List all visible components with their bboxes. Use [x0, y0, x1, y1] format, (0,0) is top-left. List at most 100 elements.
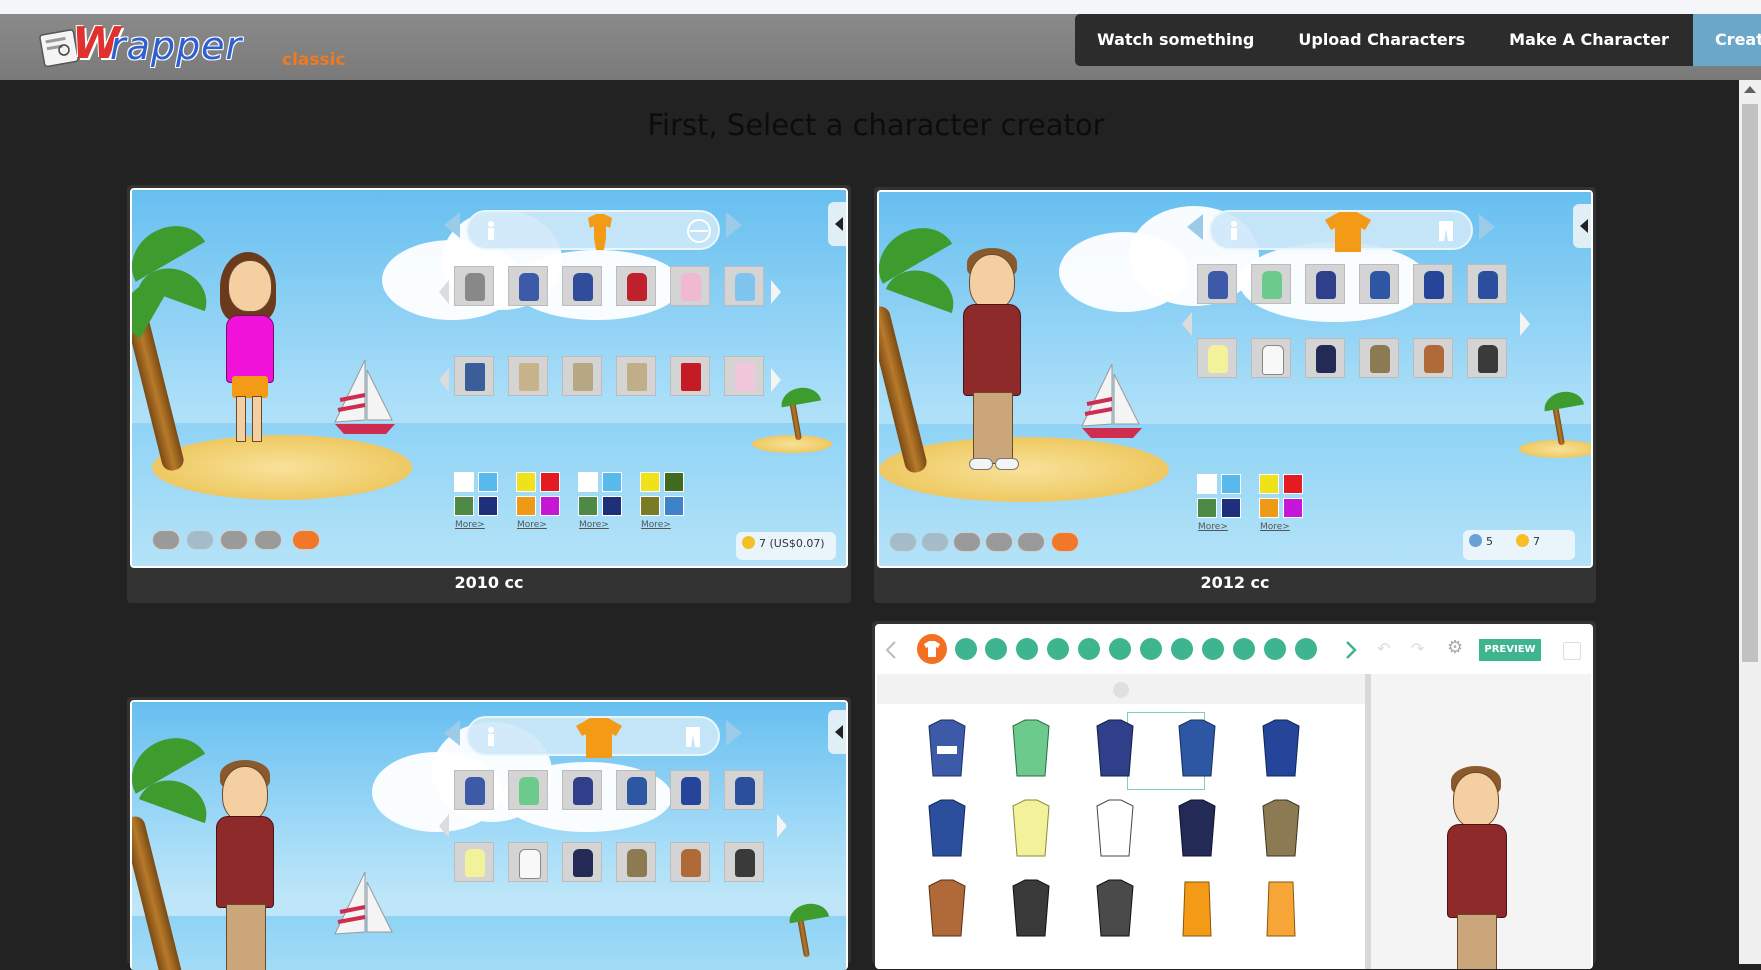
color-swatch[interactable] — [578, 496, 598, 516]
pants-category-icon[interactable] — [684, 726, 702, 748]
item-slot[interactable] — [616, 266, 656, 306]
color-swatch[interactable] — [516, 472, 536, 492]
chevron-right-icon[interactable] — [1345, 640, 1357, 660]
site-logo[interactable]: W rapper classic — [38, 18, 346, 76]
color-swatch[interactable] — [454, 496, 474, 516]
chevron-left-icon[interactable] — [442, 718, 462, 748]
item-slot[interactable] — [1359, 264, 1399, 304]
redo-icon[interactable] — [921, 532, 949, 552]
item-slot[interactable] — [724, 770, 764, 810]
item-slot[interactable] — [454, 770, 494, 810]
item-slot[interactable] — [616, 770, 656, 810]
item-slot[interactable] — [724, 266, 764, 306]
color-swatch[interactable] — [478, 496, 498, 516]
item-slot[interactable] — [1305, 264, 1345, 304]
color-swatch[interactable] — [540, 496, 560, 516]
outfit-category-icon[interactable] — [580, 212, 620, 252]
face-category-icon[interactable] — [686, 218, 712, 244]
item-slot[interactable] — [616, 842, 656, 882]
color-swatch[interactable] — [1259, 474, 1279, 494]
color-swatch[interactable] — [1283, 474, 1303, 494]
nose-category-icon[interactable] — [1233, 638, 1255, 660]
undo-icon[interactable] — [152, 530, 180, 550]
color-swatch[interactable] — [1221, 474, 1241, 494]
creator-card-2010[interactable]: More> More> More> More> 7 (US$0.07) 2010… — [127, 185, 851, 603]
panel-toggle[interactable] — [828, 710, 846, 754]
item-slot[interactable] — [1413, 264, 1453, 304]
eyes-category-icon[interactable] — [1171, 638, 1193, 660]
redo-icon[interactable]: ↷ — [1411, 639, 1424, 658]
color-swatch[interactable] — [640, 496, 660, 516]
more-colors-link[interactable]: More> — [1260, 522, 1290, 532]
accessory-category-icon[interactable] — [1264, 638, 1286, 660]
item-slot[interactable] — [670, 842, 710, 882]
scroll-up-icon[interactable] — [1113, 682, 1129, 698]
chevron-left-icon[interactable] — [885, 640, 897, 660]
more-colors-link[interactable]: More> — [641, 520, 671, 530]
shirt-category-icon[interactable] — [917, 634, 947, 664]
color-swatch[interactable] — [1197, 498, 1217, 518]
item-slot[interactable] — [454, 842, 494, 882]
item-slot[interactable] — [508, 842, 548, 882]
face-category-icon[interactable] — [985, 638, 1007, 660]
info-icon[interactable] — [1017, 532, 1045, 552]
chevron-left-icon[interactable] — [442, 210, 462, 240]
row-left-arrow-icon[interactable] — [438, 366, 450, 394]
item-slot[interactable] — [508, 770, 548, 810]
item-slot[interactable] — [670, 266, 710, 306]
color-swatch[interactable] — [664, 496, 684, 516]
item-slot[interactable] — [454, 356, 494, 396]
pants-category-icon[interactable] — [1437, 220, 1455, 242]
item-slot[interactable] — [1251, 338, 1291, 378]
nav-watch-something[interactable]: Watch something — [1075, 14, 1276, 66]
item-slot[interactable] — [508, 356, 548, 396]
item-slot[interactable] — [724, 842, 764, 882]
undo-icon[interactable] — [889, 532, 917, 552]
save-icon[interactable] — [292, 530, 320, 550]
more-colors-link[interactable]: More> — [455, 520, 485, 530]
more-colors-link[interactable]: More> — [1198, 522, 1228, 532]
item-slot[interactable] — [616, 356, 656, 396]
reset-icon[interactable] — [220, 530, 248, 550]
item-slot[interactable] — [562, 266, 602, 306]
item-slot[interactable] — [508, 266, 548, 306]
scroll-up-arrow-icon[interactable] — [1744, 86, 1756, 93]
body-category-icon[interactable] — [484, 220, 498, 242]
item-slot[interactable] — [1197, 264, 1237, 304]
color-swatch[interactable] — [516, 496, 536, 516]
pants-category-icon[interactable] — [955, 638, 977, 660]
row-right-arrow-icon[interactable] — [770, 366, 782, 394]
shirt-category-icon[interactable] — [1321, 210, 1375, 254]
redo-icon[interactable] — [186, 530, 214, 550]
creator-card-3[interactable] — [127, 697, 851, 970]
eyebrow-category-icon[interactable] — [1140, 638, 1162, 660]
chevron-right-icon[interactable] — [724, 718, 744, 748]
color-swatch[interactable] — [664, 472, 684, 492]
item-slot[interactable] — [670, 770, 710, 810]
head-category-icon[interactable] — [1047, 638, 1069, 660]
color-swatch[interactable] — [1221, 498, 1241, 518]
glasses-category-icon[interactable] — [1202, 638, 1224, 660]
color-swatch[interactable] — [454, 472, 474, 492]
row-right-arrow-icon[interactable] — [1519, 310, 1531, 338]
row-right-arrow-icon[interactable] — [776, 812, 788, 840]
row-right-arrow-icon[interactable] — [770, 278, 782, 306]
item-slot[interactable] — [562, 842, 602, 882]
creator-card-2012[interactable]: More> More> 5 7 2012 cc — [874, 187, 1596, 603]
shirt-category-icon[interactable] — [572, 716, 626, 760]
creator-card-4[interactable]: ↶ ↷ ⚙ PREVIEW — [872, 621, 1596, 969]
star-icon[interactable] — [985, 532, 1013, 552]
chevron-left-icon[interactable] — [1185, 212, 1205, 242]
body-category-icon[interactable] — [484, 726, 498, 748]
color-swatch[interactable] — [602, 472, 622, 492]
color-swatch[interactable] — [1283, 498, 1303, 518]
item-slot[interactable] — [562, 356, 602, 396]
panel-toggle[interactable] — [828, 202, 846, 246]
nav-upload-characters[interactable]: Upload Characters — [1276, 14, 1487, 66]
body-category-icon[interactable] — [1227, 220, 1241, 242]
color-swatch[interactable] — [602, 496, 622, 516]
save-icon[interactable] — [1051, 532, 1079, 552]
item-slot[interactable] — [1467, 338, 1507, 378]
preview-button[interactable]: PREVIEW — [1479, 639, 1541, 661]
item-slot[interactable] — [670, 356, 710, 396]
